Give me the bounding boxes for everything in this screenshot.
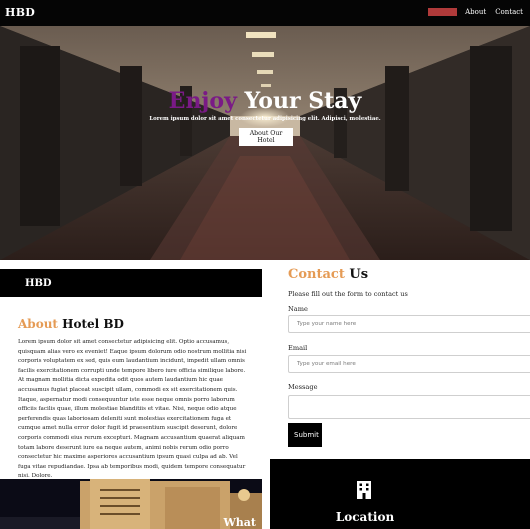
about-title-rest: Hotel BD xyxy=(57,317,124,331)
email-label: Email xyxy=(288,344,308,352)
contact-title-accent: Contact xyxy=(288,267,345,282)
name-input[interactable] xyxy=(288,315,530,333)
hero-title-rest: Your Stay xyxy=(236,88,362,114)
hero-subtitle: Lorem ipsum dolor sit amet consectetur a… xyxy=(149,116,381,122)
name-label: Name xyxy=(288,305,308,313)
nav-links: Home About Contact xyxy=(428,8,524,16)
about-paragraph: Lorem ipsum dolor sit amet consectetur a… xyxy=(18,339,247,480)
brand-logo[interactable]: HBD xyxy=(5,6,35,19)
contact-subtitle: Please fill out the form to contact us xyxy=(288,290,408,298)
contact-title: Contact Us xyxy=(288,267,368,282)
about-title: About Hotel BD xyxy=(18,317,124,331)
about-hotel-button[interactable]: About Our Hotel xyxy=(239,128,293,146)
photo-caption: What xyxy=(223,516,256,529)
email-input[interactable] xyxy=(288,355,530,373)
submit-button[interactable]: Submit xyxy=(288,423,322,447)
hero-title-accent: Enjoy xyxy=(168,88,237,114)
nav-link-about[interactable]: About xyxy=(464,8,487,16)
nav-link-contact[interactable]: Contact xyxy=(494,8,524,16)
about-bar-label: HBD xyxy=(25,278,52,289)
hero-title: Enjoy Your Stay xyxy=(0,88,530,114)
hero-section: Enjoy Your Stay Lorem ipsum dolor sit am… xyxy=(0,26,530,260)
navbar: HBD Home About Contact xyxy=(0,0,530,26)
contact-title-rest: Us xyxy=(344,267,369,282)
location-title: Location xyxy=(335,510,395,524)
message-textarea[interactable] xyxy=(288,395,530,419)
hotel-night-photo: What xyxy=(0,479,262,529)
message-label: Message xyxy=(288,383,318,391)
nav-link-home[interactable]: Home xyxy=(428,8,458,16)
building-icon xyxy=(357,481,371,499)
about-title-accent: About xyxy=(18,317,58,331)
